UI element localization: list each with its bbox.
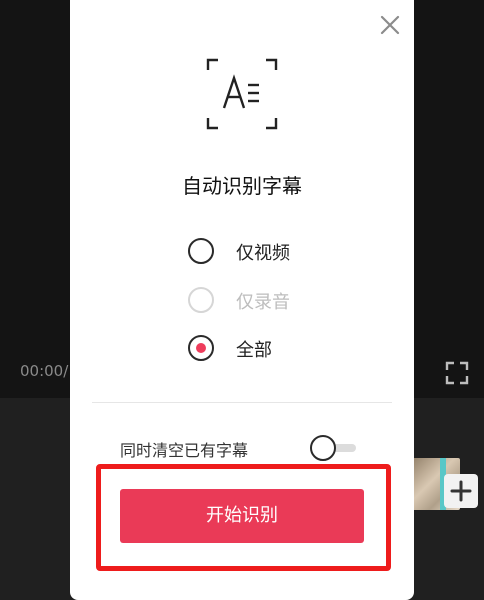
auto-subtitle-icon xyxy=(206,58,278,130)
radio-selected-dot xyxy=(195,342,206,353)
clear-existing-label: 同时清空已有字幕 xyxy=(120,441,249,460)
close-icon[interactable] xyxy=(378,13,402,37)
radio-disabled xyxy=(188,287,214,313)
dialog-title: 自动识别字幕 xyxy=(182,174,302,198)
option-label: 全部 xyxy=(236,340,272,361)
toggle-knob xyxy=(310,435,336,461)
option-label: 仅视频 xyxy=(236,243,290,264)
radio-unselected[interactable] xyxy=(188,238,214,264)
option-label: 仅录音 xyxy=(236,292,290,313)
plus-icon[interactable] xyxy=(444,474,478,508)
radio-selected[interactable] xyxy=(188,335,214,361)
start-recognition-button[interactable]: 开始识别 xyxy=(120,489,364,543)
clear-existing-toggle[interactable] xyxy=(310,435,358,461)
fullscreen-icon[interactable] xyxy=(444,360,470,386)
option-video-only[interactable]: 仅视频 xyxy=(188,238,348,268)
option-recording-only: 仅录音 xyxy=(188,287,348,317)
playback-time: 00:00/ xyxy=(20,362,69,380)
divider xyxy=(92,402,392,403)
option-all[interactable]: 全部 xyxy=(188,335,348,365)
auto-subtitle-dialog: 自动识别字幕 仅视频 仅录音 全部 同时清空已有字幕 开始识别 xyxy=(70,0,414,600)
